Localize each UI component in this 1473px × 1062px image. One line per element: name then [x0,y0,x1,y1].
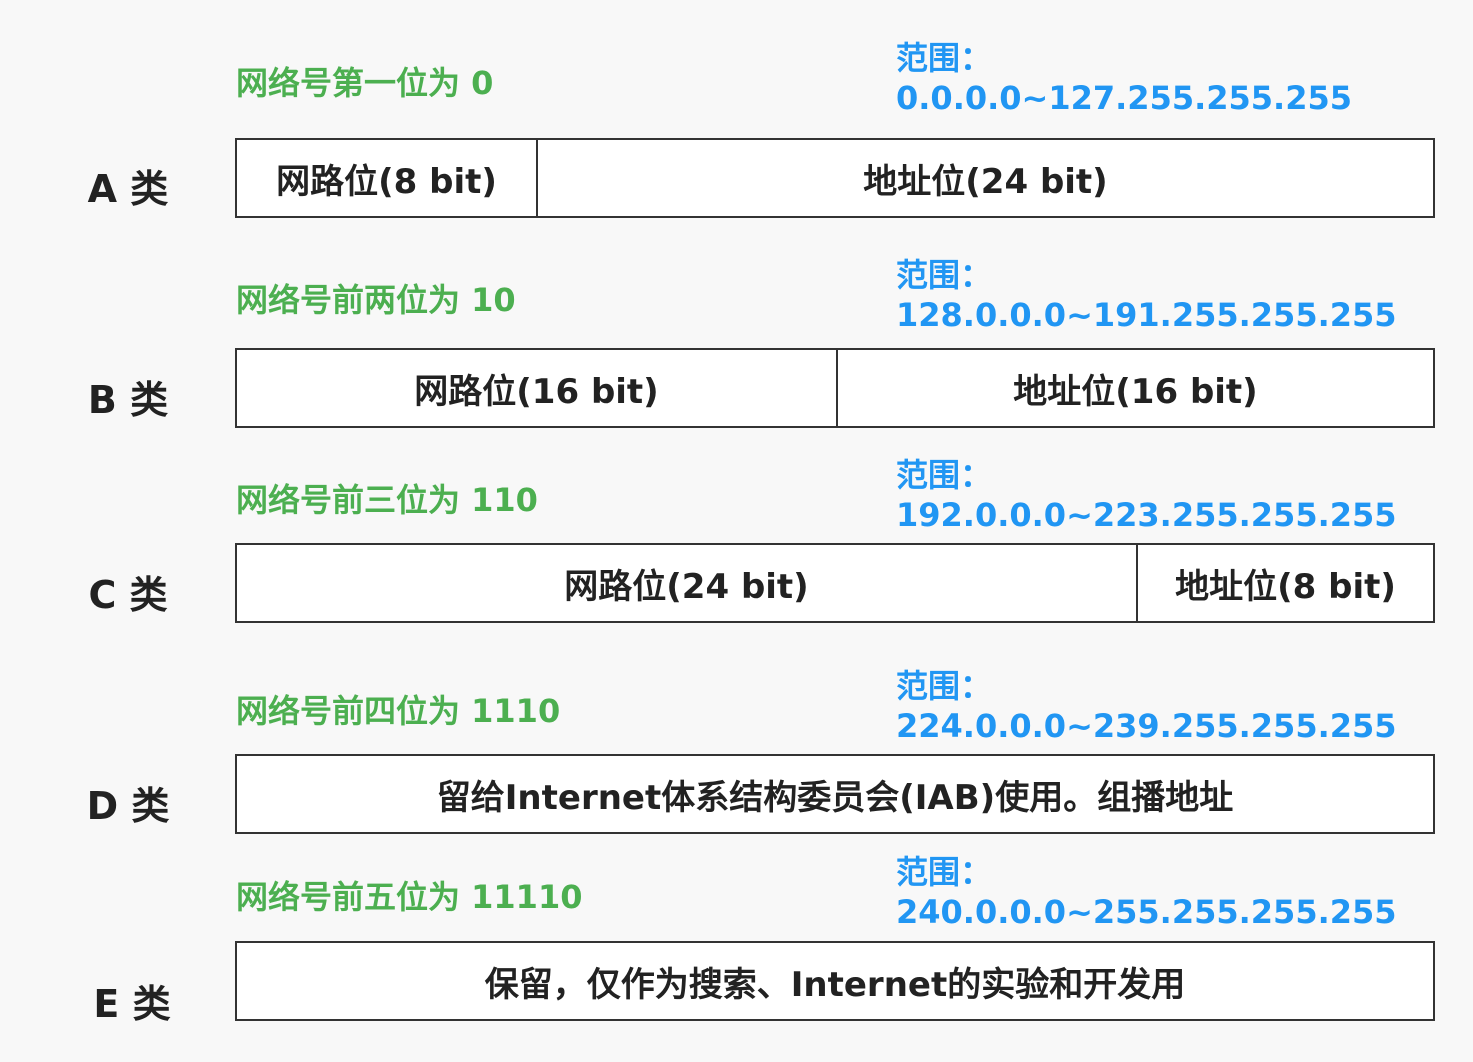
class-d-range: 范围： 224.0.0.0~239.255.255.255 [896,666,1397,746]
class-a-network-segment: 网路位(8 bit) [237,140,538,216]
class-c-network-segment: 网路位(24 bit) [237,545,1138,621]
class-d-range-value: 224.0.0.0~239.255.255.255 [896,707,1397,745]
class-b-host-segment: 地址位(16 bit) [1013,371,1258,412]
class-e-range-title: 范围： [896,853,993,891]
class-a-range: 范围： 0.0.0.0~127.255.255.255 [896,38,1352,118]
class-c-range: 范围： 192.0.0.0~223.255.255.255 [896,455,1397,535]
class-a-host-segment: 地址位(24 bit) [863,161,1108,202]
class-a-range-title: 范围： [896,39,993,77]
class-e-box: 保留，仅作为搜索、Internet的实验和开发用 [235,941,1435,1021]
class-b-box: 网路位(16 bit) 地址位(16 bit) [235,348,1435,428]
class-d-box: 留给Internet体系结构委员会(IAB)使用。组播地址 [235,754,1435,834]
class-b-range-title: 范围： [896,256,993,294]
class-e-label: E 类 [93,982,171,1026]
class-e-prefix: 网络号前五位为 11110 [236,878,583,916]
class-d-range-title: 范围： [896,667,993,705]
class-c-label: C 类 [88,573,168,617]
class-e-segment: 保留，仅作为搜索、Internet的实验和开发用 [484,964,1186,1005]
class-c-range-value: 192.0.0.0~223.255.255.255 [896,496,1397,534]
class-a-label: A 类 [87,167,169,211]
class-b-network-segment: 网路位(16 bit) [237,350,838,426]
class-d-label: D 类 [86,784,170,828]
class-c-box: 网路位(24 bit) 地址位(8 bit) [235,543,1435,623]
class-b-prefix: 网络号前两位为 10 [236,281,516,319]
class-a-range-value: 0.0.0.0~127.255.255.255 [896,79,1352,117]
class-c-host-segment: 地址位(8 bit) [1175,566,1396,607]
class-b-range: 范围： 128.0.0.0~191.255.255.255 [896,255,1397,335]
class-b-range-value: 128.0.0.0~191.255.255.255 [896,296,1397,334]
class-a-prefix: 网络号第一位为 0 [236,64,494,102]
class-d-prefix: 网络号前四位为 1110 [236,692,561,730]
class-e-range-value: 240.0.0.0~255.255.255.255 [896,893,1397,931]
class-a-box: 网路位(8 bit) 地址位(24 bit) [235,138,1435,218]
class-c-range-title: 范围： [896,456,993,494]
class-e-range: 范围： 240.0.0.0~255.255.255.255 [896,852,1397,932]
class-b-label: B 类 [87,378,169,422]
class-c-prefix: 网络号前三位为 110 [236,481,538,519]
class-d-segment: 留给Internet体系结构委员会(IAB)使用。组播地址 [436,777,1234,818]
